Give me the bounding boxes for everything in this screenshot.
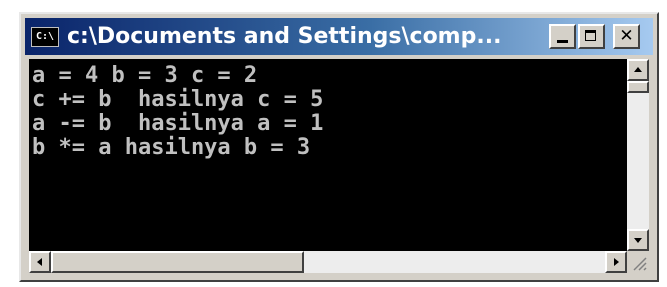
arrow-down-icon <box>634 238 642 243</box>
resize-grip-icon <box>633 257 647 271</box>
close-button[interactable]: ✕ <box>613 24 640 49</box>
close-icon: ✕ <box>619 26 634 46</box>
maximize-button[interactable] <box>578 24 605 49</box>
console-line: a -= b hasilnya a = 1 <box>32 111 324 136</box>
arrow-up-icon <box>634 67 642 72</box>
horizontal-scroll-thumb[interactable] <box>51 251 304 273</box>
arrow-right-icon <box>614 258 619 266</box>
scroll-left-button[interactable] <box>29 251 51 273</box>
console-line: c += b hasilnya c = 5 <box>32 87 324 112</box>
vertical-scroll-thumb[interactable] <box>627 81 649 93</box>
title-bar[interactable]: C:\ c:\Documents and Settings\comp... ✕ <box>25 18 653 55</box>
minimize-icon <box>557 40 568 43</box>
scroll-down-button[interactable] <box>627 229 649 251</box>
horizontal-scrollbar[interactable] <box>29 251 627 273</box>
vertical-scrollbar[interactable] <box>627 59 649 251</box>
scroll-up-button[interactable] <box>627 59 649 81</box>
console-app-icon[interactable]: C:\ <box>31 27 59 47</box>
resize-grip[interactable] <box>627 251 649 273</box>
console-window: C:\ c:\Documents and Settings\comp... ✕ … <box>19 12 659 282</box>
scroll-right-button[interactable] <box>605 251 627 273</box>
console-output[interactable]: a = 4 b = 3 c = 2 c += b hasilnya c = 5 … <box>29 59 627 251</box>
minimize-button[interactable] <box>549 24 576 49</box>
console-line: a = 4 b = 3 c = 2 <box>32 63 258 88</box>
console-line: b *= a hasilnya b = 3 <box>32 135 311 160</box>
maximize-icon <box>585 30 596 41</box>
window-title: c:\Documents and Settings\comp... <box>67 24 502 49</box>
arrow-left-icon <box>37 258 42 266</box>
